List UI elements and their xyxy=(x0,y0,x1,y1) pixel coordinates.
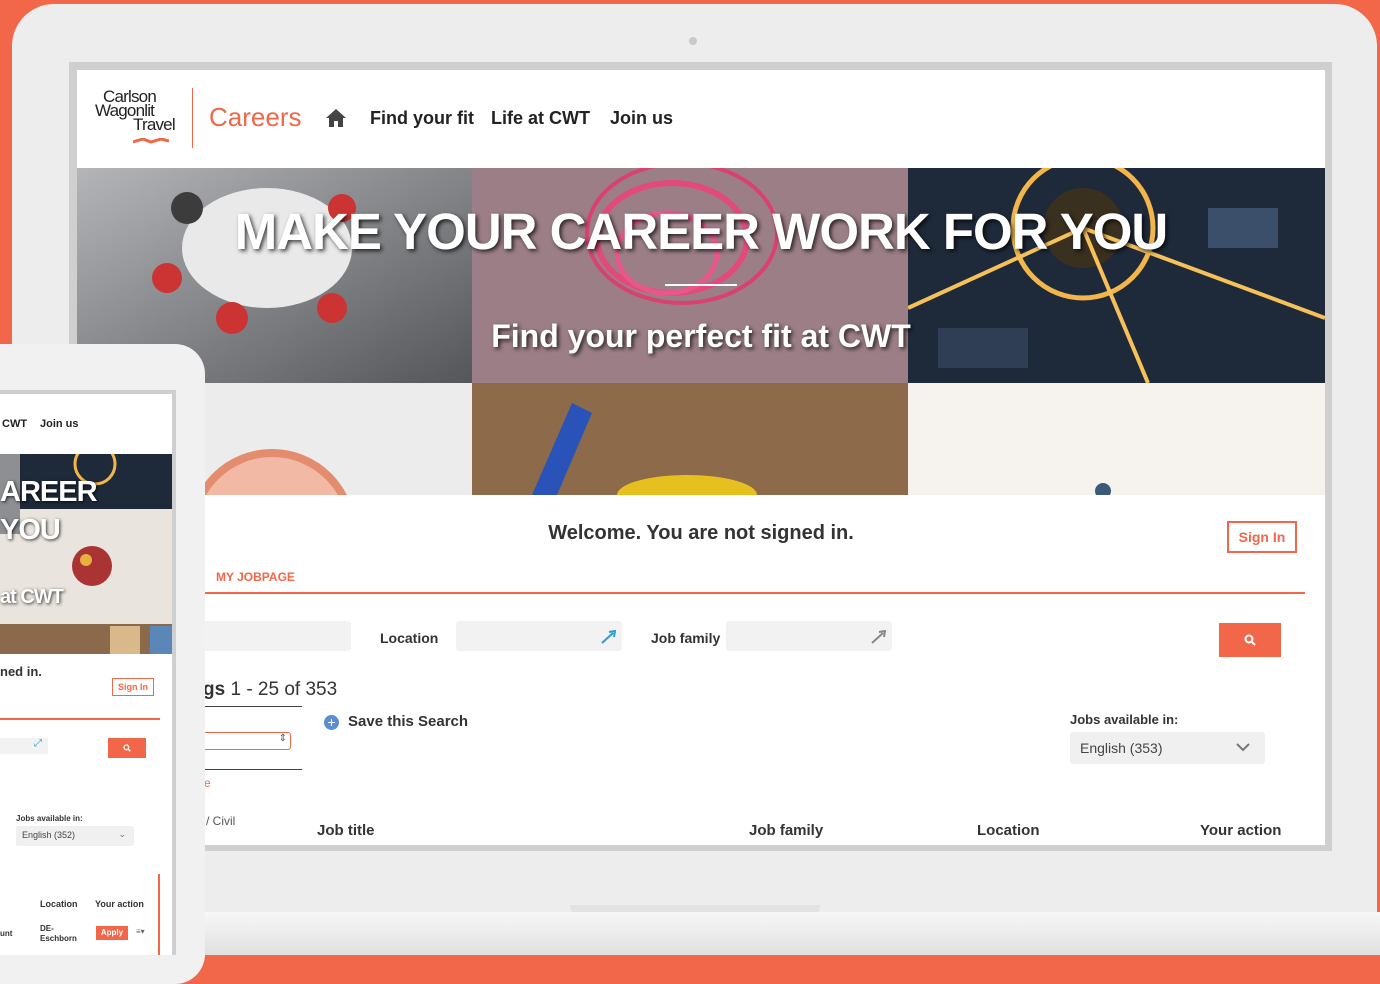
location-pin-icon[interactable] xyxy=(601,630,617,644)
tablet-hero-title-line2: YOU xyxy=(0,514,61,546)
tablet-language-value: English (352) xyxy=(22,830,76,840)
language-select[interactable]: English (353) xyxy=(1070,732,1265,764)
column-header-job-family[interactable]: Job family xyxy=(749,822,823,839)
header-divider xyxy=(192,88,193,148)
hero-banner: MAKE YOUR CAREER WORK FOR YOU Find your … xyxy=(77,168,1325,495)
tablet-hero-subtitle: at CWT xyxy=(0,586,64,608)
tablet-sign-in-button[interactable]: Sign In xyxy=(112,678,154,696)
save-search-plus-icon[interactable]: + xyxy=(324,715,339,730)
results-count-range: 1 - 25 of 353 xyxy=(230,679,338,700)
job-family-input[interactable] xyxy=(726,621,892,651)
column-header-job-title[interactable]: Job title xyxy=(317,822,375,839)
tablet-page: CWT Join us AREER YOU at CWT ned in. Sig… xyxy=(0,394,172,955)
tablet-row-location-line1: DE- xyxy=(40,924,54,933)
sort-select-arrow-icon: ⇕ xyxy=(278,733,287,744)
nav-join-us[interactable]: Join us xyxy=(610,108,673,129)
tablet-language-select[interactable]: English (352) ⌄ xyxy=(16,826,134,846)
welcome-message: Welcome. You are not signed in. xyxy=(548,522,854,544)
nav-life-at-cwt[interactable]: Life at CWT xyxy=(491,108,590,129)
hero-title: MAKE YOUR CAREER WORK FOR YOU xyxy=(234,203,1169,260)
tablet-search-button[interactable] xyxy=(108,738,146,758)
site-header: Carlson Wagonlit Travel Careers Find you… xyxy=(77,70,1325,168)
hero-image-glasses xyxy=(472,383,908,495)
tablet-hero: AREER YOU at CWT xyxy=(0,454,172,654)
tablet-table-border xyxy=(158,874,160,955)
hero-divider xyxy=(665,284,737,286)
partial-filter-text: / Civil xyxy=(206,814,236,828)
tablet-row-location-line2: Eschborn xyxy=(40,934,77,943)
tablet-nav-life-at-cwt[interactable]: CWT xyxy=(2,418,27,430)
home-icon[interactable] xyxy=(325,108,347,128)
language-select-value: English (353) xyxy=(1080,740,1163,756)
job-family-pin-icon[interactable] xyxy=(871,630,887,644)
tablet-hero-title-line1: AREER xyxy=(0,476,98,508)
cwt-logo[interactable]: Carlson Wagonlit Travel xyxy=(95,88,176,144)
tablet-row-partial: unt xyxy=(0,929,13,938)
tab-underline xyxy=(177,592,1305,594)
location-input[interactable] xyxy=(456,621,622,651)
partial-link[interactable]: e xyxy=(204,776,211,790)
hero-image-white xyxy=(908,383,1325,495)
tablet-jobs-available-label: Jobs available in: xyxy=(16,814,83,823)
tablet-search-icon xyxy=(123,744,131,752)
tablet-column-header-your-action[interactable]: Your action xyxy=(95,899,144,909)
search-icon xyxy=(1244,634,1256,646)
tab-my-jobpage[interactable]: MY JOBPAGE xyxy=(216,570,295,584)
tablet-pin-icon[interactable]: ⤢ xyxy=(34,738,42,749)
careers-title[interactable]: Careers xyxy=(209,102,301,133)
careers-page: Carlson Wagonlit Travel Careers Find you… xyxy=(77,70,1325,845)
tablet-job-family-input[interactable]: ⤢ xyxy=(0,738,48,754)
tablet-column-header-location[interactable]: Location xyxy=(40,899,78,909)
camera-dot xyxy=(689,37,697,45)
column-header-your-action[interactable]: Your action xyxy=(1200,822,1281,839)
tablet-welcome-message: ned in. xyxy=(0,664,42,679)
logo-swoosh-icon xyxy=(133,138,169,144)
search-button[interactable] xyxy=(1219,623,1281,657)
nav-find-your-fit[interactable]: Find your fit xyxy=(370,108,474,129)
save-search-link[interactable]: Save this Search xyxy=(348,713,468,730)
logo-line: Travel xyxy=(133,115,176,134)
column-header-location[interactable]: Location xyxy=(977,822,1040,839)
results-count: gs 1 - 25 of 353 xyxy=(203,679,337,701)
hero-subtitle: Find your perfect fit at CWT xyxy=(491,318,911,354)
tablet-nav-join-us[interactable]: Join us xyxy=(40,418,79,430)
tablet-chevron-down-icon: ⌄ xyxy=(118,829,126,839)
tablet-apply-button[interactable]: Apply xyxy=(96,926,128,940)
tablet-row-menu-icon[interactable]: ≡▾ xyxy=(136,927,145,936)
laptop-base xyxy=(0,912,1380,955)
sign-in-button[interactable]: Sign In xyxy=(1227,521,1297,553)
results-count-prefix: gs xyxy=(203,679,226,700)
tablet-tab-underline xyxy=(0,718,160,720)
location-label: Location xyxy=(380,630,439,646)
jobs-available-label: Jobs available in: xyxy=(1070,712,1179,727)
job-family-label: Job family xyxy=(651,630,721,646)
chevron-down-icon xyxy=(1236,743,1250,752)
